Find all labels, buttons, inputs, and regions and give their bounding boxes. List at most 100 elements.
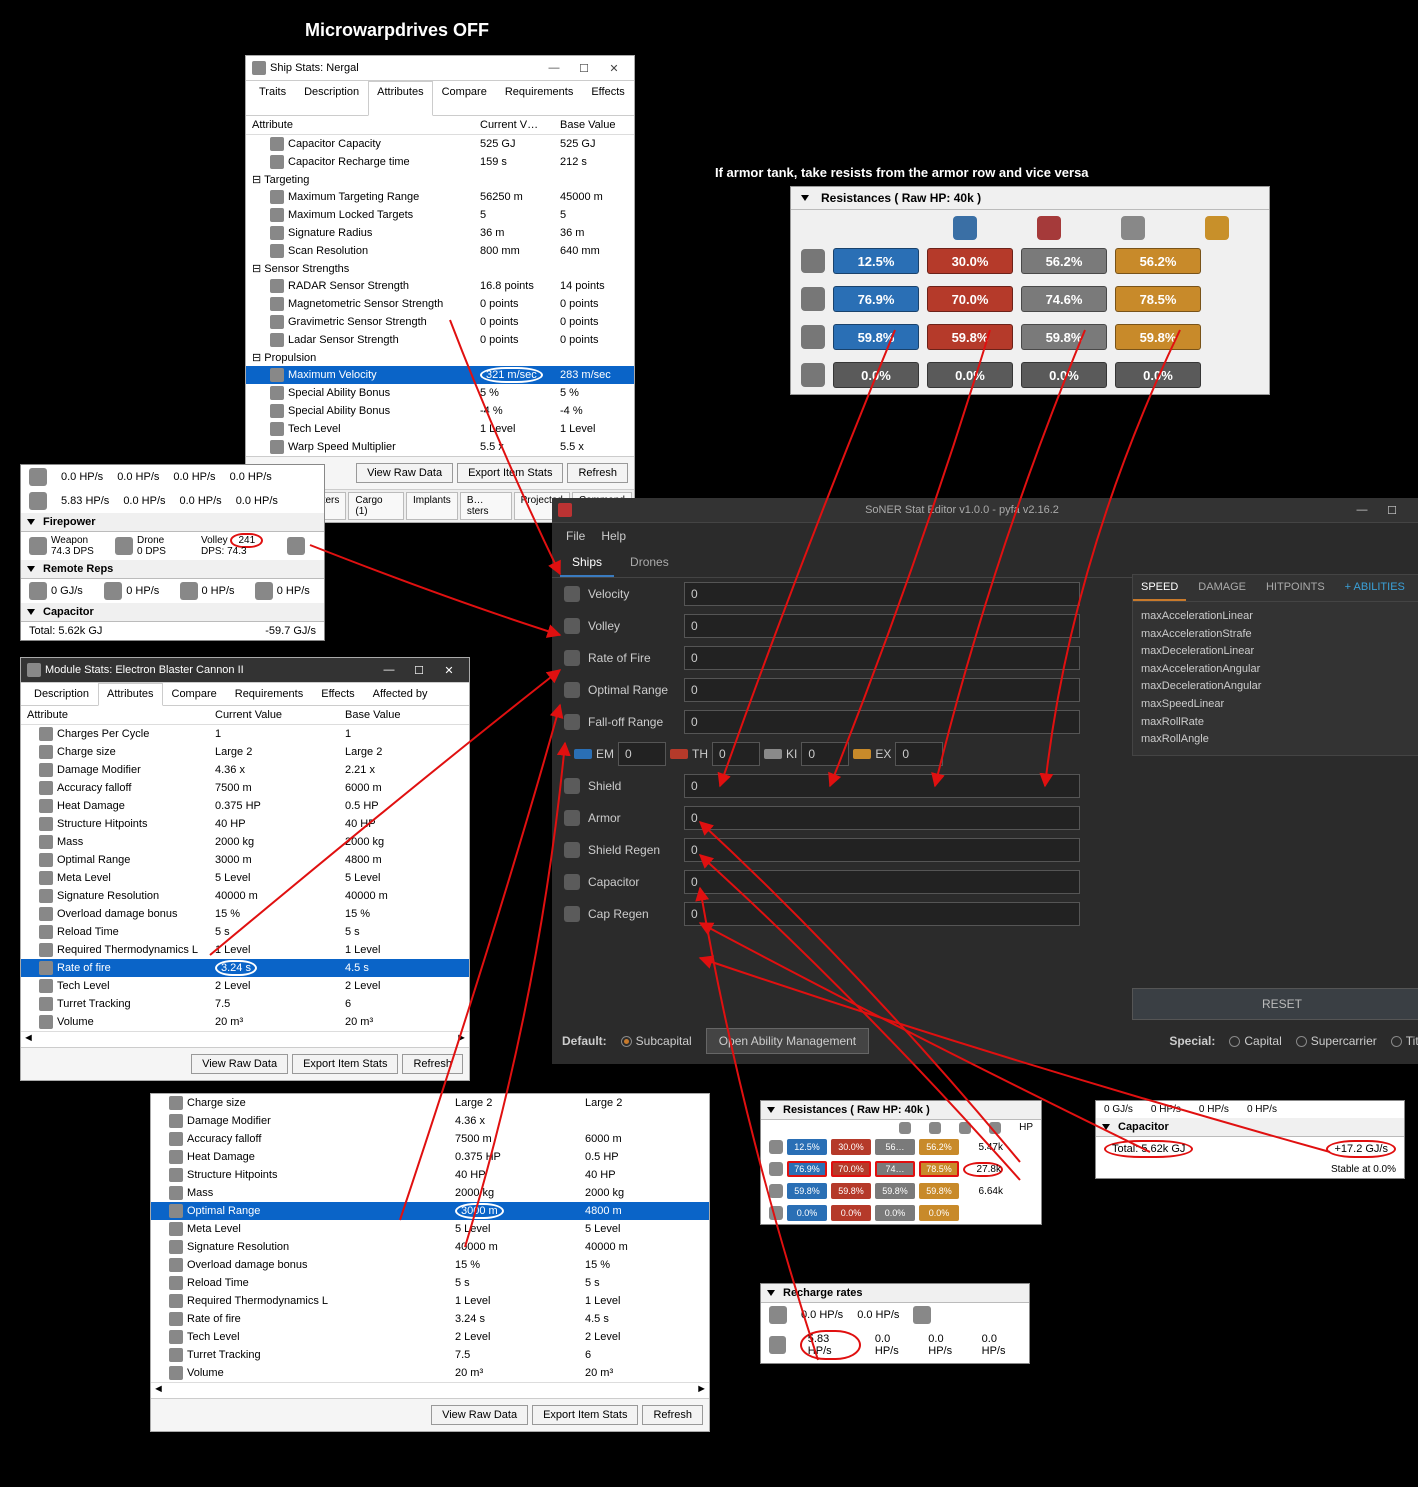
attr-group[interactable]: ⊟ Targeting xyxy=(246,171,634,188)
col-base[interactable]: Base Value xyxy=(339,706,469,725)
max-icon[interactable]: ☐ xyxy=(405,661,433,679)
tab-compare[interactable]: Compare xyxy=(163,683,226,705)
side-tab-hitpoints[interactable]: HITPOINTS xyxy=(1258,575,1333,601)
attr-row[interactable]: Accuracy falloff7500 m6000 m xyxy=(151,1130,709,1148)
view-raw-data-button[interactable]: View Raw Data xyxy=(191,1054,288,1074)
attr-row[interactable]: Heat Damage0.375 HP0.5 HP xyxy=(151,1148,709,1166)
attr-row[interactable]: Overload damage bonus15 %15 % xyxy=(21,905,469,923)
radio-titan[interactable] xyxy=(1391,1036,1402,1047)
side-line[interactable]: maxRollAngle xyxy=(1141,731,1418,749)
col-cur[interactable]: Current V… xyxy=(474,116,554,135)
close-icon[interactable]: ✕ xyxy=(600,59,628,77)
scrollbar[interactable]: ◄► xyxy=(151,1382,709,1398)
side-tab-damage[interactable]: DAMAGE xyxy=(1190,575,1254,601)
side-tab-speed[interactable]: SPEED xyxy=(1133,575,1186,601)
col-attr[interactable]: Attribute xyxy=(246,116,474,135)
side-line[interactable]: maxRollRate xyxy=(1141,714,1418,732)
attr-group[interactable]: ⊟ Propulsion xyxy=(246,349,634,366)
attr-row[interactable]: Capacitor Capacity525 GJ525 GJ xyxy=(246,135,634,154)
close-icon[interactable]: ✕ xyxy=(1408,501,1418,519)
radio-capital[interactable] xyxy=(1229,1036,1240,1047)
attr-row[interactable]: Charge sizeLarge 2Large 2 xyxy=(151,1094,709,1112)
attr-row[interactable]: Meta Level5 Level5 Level xyxy=(151,1220,709,1238)
min-icon[interactable]: — xyxy=(375,661,403,679)
remotereps-header[interactable]: Remote Reps xyxy=(21,560,324,579)
firepower-header[interactable]: Firepower xyxy=(21,513,324,532)
attr-row[interactable]: Scan Resolution800 mm640 mm xyxy=(246,242,634,260)
attr-row[interactable]: Damage Modifier4.36 x2.21 x xyxy=(21,761,469,779)
attr-row[interactable]: Charges Per Cycle11 xyxy=(21,725,469,744)
attr-row[interactable]: Capacitor Recharge time159 s212 s xyxy=(246,153,634,171)
attr-row[interactable]: Maximum Targeting Range56250 m45000 m xyxy=(246,188,634,206)
min-icon[interactable]: — xyxy=(540,59,568,77)
scrollbar[interactable]: ◄► xyxy=(21,1031,469,1047)
side-line[interactable]: maxAccelerationLinear xyxy=(1141,608,1418,626)
attr-row[interactable]: Reload Time5 s5 s xyxy=(151,1274,709,1292)
view-raw-data-button[interactable]: View Raw Data xyxy=(431,1405,528,1425)
side-line[interactable]: maxAccelerationStrafe xyxy=(1141,626,1418,644)
tab-attributes[interactable]: Attributes xyxy=(368,81,432,116)
shipstats-titlebar[interactable]: Ship Stats: Nergal —☐✕ xyxy=(246,56,634,81)
field-input[interactable] xyxy=(684,838,1080,862)
max-icon[interactable]: ☐ xyxy=(1378,501,1406,519)
tab-affected by[interactable]: Affected by xyxy=(634,81,692,115)
field-input[interactable] xyxy=(684,902,1080,926)
export-item-stats-button[interactable]: Export Item Stats xyxy=(457,463,563,483)
bottom-tab[interactable]: Implants xyxy=(406,492,458,520)
field-input[interactable] xyxy=(684,582,1080,606)
min-icon[interactable]: — xyxy=(1348,501,1376,519)
radio-supercarrier[interactable] xyxy=(1296,1036,1307,1047)
tab-effects[interactable]: Effects xyxy=(582,81,633,115)
attr-row[interactable]: Maximum Locked Targets55 xyxy=(246,206,634,224)
attr-row[interactable]: Gravimetric Sensor Strength0 points0 poi… xyxy=(246,313,634,331)
tab-effects[interactable]: Effects xyxy=(312,683,363,705)
bottom-tab[interactable]: Cargo (1) xyxy=(348,492,404,520)
attr-row[interactable]: RADAR Sensor Strength16.8 points14 point… xyxy=(246,277,634,295)
attr-row[interactable]: Volume20 m³20 m³ xyxy=(151,1364,709,1382)
field-input[interactable] xyxy=(684,806,1080,830)
field-input[interactable] xyxy=(684,678,1080,702)
reset-button[interactable]: RESET xyxy=(1132,988,1418,1020)
bottom-tab[interactable]: B…sters xyxy=(460,492,512,520)
attr-row[interactable]: Optimal Range3000 m4800 m xyxy=(151,1202,709,1220)
attr-row[interactable]: Overload damage bonus15 %15 % xyxy=(151,1256,709,1274)
attr-row[interactable]: Charge sizeLarge 2Large 2 xyxy=(21,743,469,761)
view-raw-data-button[interactable]: View Raw Data xyxy=(356,463,453,483)
attr-row[interactable]: Turret Tracking7.56 xyxy=(21,995,469,1013)
attr-row[interactable]: Structure Hitpoints40 HP40 HP xyxy=(151,1166,709,1184)
attr-row[interactable]: Tech Level2 Level2 Level xyxy=(21,977,469,995)
side-tab-abilities[interactable]: + ABILITIES xyxy=(1337,575,1413,601)
attr-row[interactable]: Required Thermodynamics L1 Level1 Level xyxy=(21,941,469,959)
attr-row[interactable]: Warp Speed Multiplier5.5 x5.5 x xyxy=(246,438,634,456)
attr-row[interactable]: Reload Time5 s5 s xyxy=(21,923,469,941)
attr-row[interactable]: Rate of fire3.24 s4.5 s xyxy=(21,959,469,977)
module-titlebar[interactable]: Module Stats: Electron Blaster Cannon II… xyxy=(21,658,469,683)
chip-input[interactable] xyxy=(712,742,760,766)
attr-row[interactable]: Damage Modifier4.36 x xyxy=(151,1112,709,1130)
export-item-stats-button[interactable]: Export Item Stats xyxy=(532,1405,638,1425)
field-input[interactable] xyxy=(684,870,1080,894)
tab-traits[interactable]: Traits xyxy=(250,81,295,115)
close-icon[interactable]: ✕ xyxy=(435,661,463,679)
field-input[interactable] xyxy=(684,646,1080,670)
attr-row[interactable]: Accuracy falloff7500 m6000 m xyxy=(21,779,469,797)
attr-row[interactable]: Mass2000 kg2000 kg xyxy=(151,1184,709,1202)
menu-file[interactable]: File xyxy=(560,527,591,545)
refresh-button[interactable]: Refresh xyxy=(402,1054,463,1074)
field-input[interactable] xyxy=(684,774,1080,798)
field-input[interactable] xyxy=(684,710,1080,734)
attr-row[interactable]: Ladar Sensor Strength0 points0 points xyxy=(246,331,634,349)
attr-row[interactable]: Turret Tracking7.56 xyxy=(151,1346,709,1364)
tab-drones[interactable]: Drones xyxy=(618,549,681,577)
tab-description[interactable]: Description xyxy=(295,81,368,115)
refresh-button[interactable]: Refresh xyxy=(642,1405,703,1425)
attr-row[interactable]: Heat Damage0.375 HP0.5 HP xyxy=(21,797,469,815)
tab-affected by[interactable]: Affected by xyxy=(364,683,437,705)
max-icon[interactable]: ☐ xyxy=(570,59,598,77)
attr-row[interactable]: Signature Resolution40000 m40000 m xyxy=(151,1238,709,1256)
attr-group[interactable]: ⊟ Sensor Strengths xyxy=(246,260,634,277)
tab-description[interactable]: Description xyxy=(25,683,98,705)
attr-row[interactable]: Rate of fire3.24 s4.5 s xyxy=(151,1310,709,1328)
attr-row[interactable]: Signature Resolution40000 m40000 m xyxy=(21,887,469,905)
tab-attributes[interactable]: Attributes xyxy=(98,683,162,706)
